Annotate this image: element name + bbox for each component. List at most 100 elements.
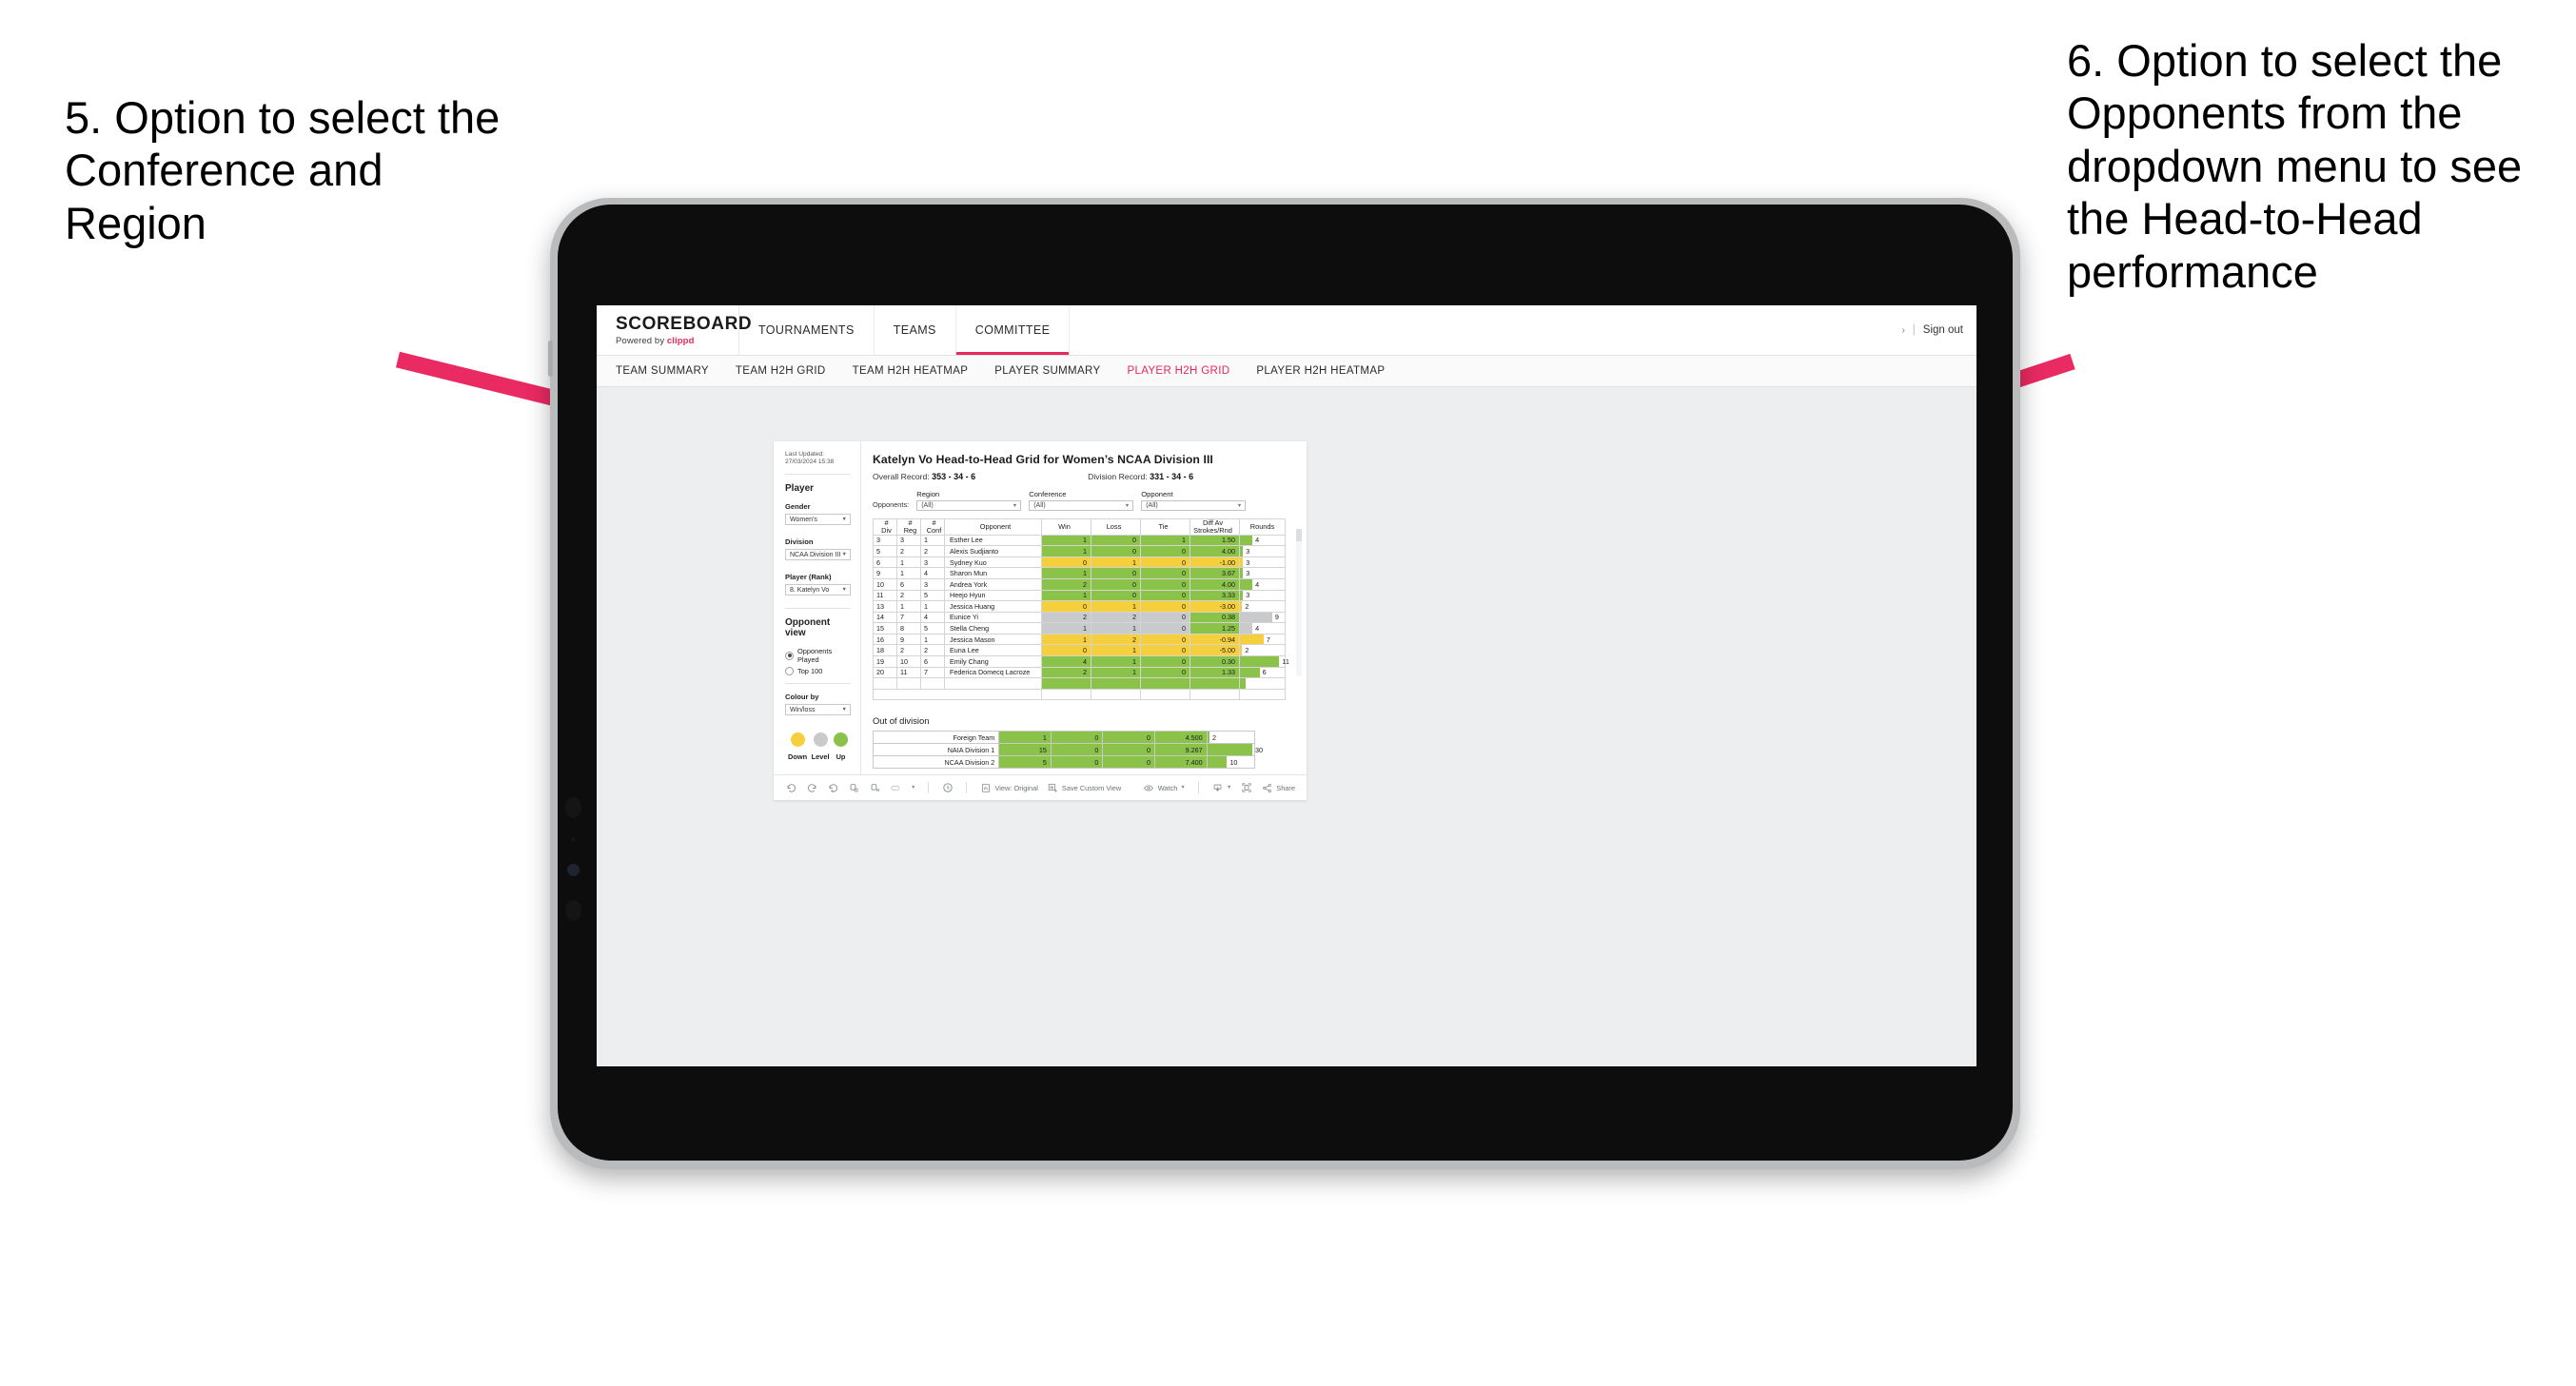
view-original-button[interactable]: View: Original <box>979 782 1038 794</box>
table-row[interactable]: 16 9 1 Jessica Mason 1 2 0 -0.94 7 <box>873 633 1286 646</box>
table-row[interactable]: 10 6 3 Andrea York 2 0 0 4.00 4 <box>873 577 1286 591</box>
conference-select[interactable]: (All) ▼ <box>1029 500 1134 511</box>
volume-button-up[interactable] <box>548 341 553 377</box>
table-row[interactable]: 20 11 7 Federica Domecq Lacroze 2 1 0 1.33 6 <box>873 666 1286 679</box>
rounds-bar <box>1207 756 1228 769</box>
chevron-down-icon: ▼ <box>841 517 847 523</box>
table-row[interactable]: 15 8 5 Stella Cheng 1 1 0 1.25 4 <box>873 622 1286 634</box>
fullscreen-icon[interactable] <box>1240 782 1252 794</box>
cell-opponent: Andrea York <box>944 577 1042 591</box>
cell-conf: 2 <box>920 545 945 557</box>
sub-navigation: TEAM SUMMARY TEAM H2H GRID TEAM H2H HEAT… <box>597 356 1976 387</box>
cell-win: 2 <box>1041 666 1091 679</box>
rounds-bar <box>1240 667 1260 678</box>
cell-diff: 1.33 <box>1190 666 1240 679</box>
region-select[interactable]: (All) ▼ <box>916 500 1022 511</box>
cell-conf: 5 <box>920 589 945 602</box>
region-value: (All) <box>921 502 934 509</box>
table-row[interactable]: 18 2 2 Euna Lee 0 1 0 -5.00 2 <box>873 644 1286 657</box>
pause-icon[interactable] <box>869 782 881 794</box>
opponent-filter-group: Opponent (All) ▼ <box>1141 490 1247 511</box>
division-record-label: Division Record: <box>1088 472 1148 481</box>
clock-icon[interactable] <box>941 782 954 794</box>
cell-tie: 0 <box>1140 633 1190 646</box>
ood-diff: 7.400 <box>1154 755 1208 770</box>
subnav-team-summary[interactable]: TEAM SUMMARY <box>616 365 709 377</box>
table-row[interactable]: 14 7 4 Eunice Yi 2 2 0 0.38 9 <box>873 611 1286 624</box>
out-of-division-row[interactable]: NAIA Division 1 15 0 0 9.267 30 <box>872 743 1263 757</box>
dropdown-caret-icon[interactable]: ▼ <box>911 785 915 791</box>
radio-icon-unselected <box>785 667 794 676</box>
division-select[interactable]: NCAA Division III ▼ <box>785 549 851 561</box>
col-opponent: Opponent <box>944 518 1042 536</box>
table-row[interactable]: 19 10 6 Emily Chang 4 1 0 0.30 11 <box>873 655 1289 668</box>
eye-icon <box>1143 782 1155 794</box>
radio-top-100[interactable]: Top 100 <box>785 667 851 676</box>
out-of-division-row[interactable]: Foreign Team 1 0 0 4.500 2 <box>872 731 1256 745</box>
table-row[interactable]: 13 1 1 Jessica Huang 0 1 0 -3.00 2 <box>873 600 1286 613</box>
cell-rounds: 4 <box>1239 622 1286 634</box>
undo-icon[interactable] <box>785 782 797 794</box>
cell-diff: -3.00 <box>1190 600 1240 613</box>
watch-button[interactable]: Watch ▼ <box>1143 782 1186 794</box>
redo-icon[interactable] <box>806 782 818 794</box>
subnav-player-h2h-grid[interactable]: PLAYER H2H GRID <box>1127 365 1229 377</box>
colour-by-select[interactable]: Win/loss ▼ <box>785 704 851 716</box>
view-original-label: View: Original <box>994 783 1038 792</box>
rounds-bar <box>1240 535 1253 546</box>
cell-loss: 1 <box>1091 600 1141 613</box>
sign-out-link[interactable]: Sign out <box>1923 324 1963 336</box>
subnav-player-h2h-heatmap[interactable]: PLAYER H2H HEATMAP <box>1256 365 1385 377</box>
nav-tournaments[interactable]: TOURNAMENTS <box>739 305 875 355</box>
table-row[interactable]: 3 3 1 Esther Lee 1 0 1 1.50 4 <box>873 534 1286 547</box>
refresh-icon[interactable] <box>848 782 860 794</box>
cell-reg: 6 <box>896 577 921 591</box>
nav-teams[interactable]: TEAMS <box>875 305 956 355</box>
gender-select[interactable]: Women’s ▼ <box>785 514 851 526</box>
table-row[interactable]: 5 2 2 Alexis Sudjianto 1 0 0 4.00 3 <box>873 545 1286 557</box>
opponents-filter-label: Opponents: <box>873 500 910 509</box>
revert-icon[interactable] <box>827 782 839 794</box>
table-row[interactable]: 6 1 3 Sydney Kuo 0 1 0 -1.00 3 <box>873 556 1286 569</box>
shape-icon[interactable] <box>890 782 902 794</box>
ood-diff: 9.267 <box>1154 743 1208 757</box>
rounds-value: 11 <box>1282 656 1289 666</box>
cell-loss: 0 <box>1091 567 1141 579</box>
save-custom-view-button[interactable]: Save Custom View <box>1047 782 1121 794</box>
ood-rounds: 2 <box>1206 731 1256 745</box>
table-row[interactable]: 9 1 4 Sharon Mun 1 0 0 3.67 3 <box>873 567 1286 579</box>
rounds-value: 3 <box>1246 557 1250 567</box>
chevron-down-icon: ▼ <box>1226 785 1232 791</box>
cell-diff: 3.67 <box>1190 567 1240 579</box>
brand-logo[interactable]: SCOREBOARD Powered by clippd <box>597 305 752 355</box>
download-button[interactable]: ▼ <box>1211 782 1231 794</box>
cell-rounds: 3 <box>1239 556 1286 569</box>
division-value: NCAA Division III <box>790 551 841 558</box>
out-of-division-table: Foreign Team 1 0 0 4.500 2 NAIA Division 1 15 0 0… <box>872 731 1263 770</box>
cell-div: 18 <box>873 644 897 657</box>
table-row[interactable]: 11 2 5 Heejo Hyun 1 0 0 3.33 3 <box>873 589 1286 602</box>
cell-win: 1 <box>1041 622 1091 634</box>
nav-committee[interactable]: COMMITTEE <box>955 305 1071 355</box>
table-scrollbar-thumb[interactable] <box>1296 529 1302 541</box>
table-scrollbar[interactable] <box>1296 529 1302 676</box>
subnav-team-h2h-grid[interactable]: TEAM H2H GRID <box>736 365 826 377</box>
chevron-right-icon[interactable]: › <box>1901 325 1904 336</box>
colour-by-value: Win/loss <box>790 706 816 713</box>
share-button[interactable]: Share <box>1261 782 1295 794</box>
opponent-select[interactable]: (All) ▼ <box>1141 500 1247 511</box>
cell-tie: 0 <box>1140 666 1190 679</box>
cell-loss: 1 <box>1091 644 1141 657</box>
brand-tagline: Powered by clippd <box>616 336 738 346</box>
cell-tie: 0 <box>1140 655 1190 668</box>
player-rank-select[interactable]: 8. Katelyn Vo ▼ <box>785 584 851 596</box>
page-title: Katelyn Vo Head-to-Head Grid for Women’s… <box>873 453 1213 466</box>
radio-opponents-played[interactable]: Opponents Played <box>785 647 851 664</box>
cell-conf: 4 <box>920 567 945 579</box>
cell-conf: 3 <box>920 556 945 569</box>
cell-rounds: 4 <box>1239 534 1286 547</box>
subnav-team-h2h-heatmap[interactable]: TEAM H2H HEATMAP <box>853 365 969 377</box>
subnav-player-summary[interactable]: PLAYER SUMMARY <box>994 365 1100 377</box>
out-of-division-row[interactable]: NCAA Division 2 5 0 0 7.400 10 <box>872 755 1256 770</box>
rounds-bar <box>1240 578 1253 590</box>
